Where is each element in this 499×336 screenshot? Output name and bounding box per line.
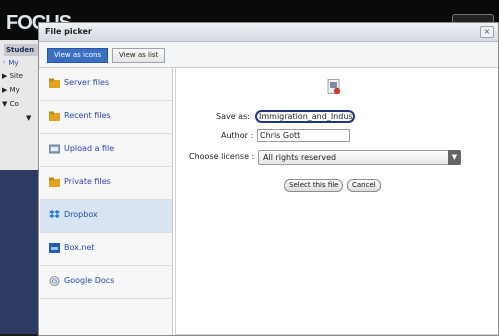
chevron-down-icon: ▼ — [448, 150, 461, 165]
folder-icon — [49, 111, 60, 121]
boxnet-icon — [49, 243, 60, 253]
repository-item-recent-files[interactable]: Recent files — [40, 101, 172, 134]
background-nav-item: ▼ — [26, 114, 32, 122]
close-icon: × — [483, 27, 491, 36]
select-this-file-button[interactable]: Select this file — [284, 179, 344, 192]
panel-divider — [176, 334, 497, 335]
repository-item-server-files[interactable]: Server files — [40, 68, 172, 101]
license-select[interactable]: All rights reserved ▼ — [258, 150, 461, 165]
view-as-icons-button[interactable]: View as icons — [47, 48, 109, 63]
repository-item-dropbox[interactable]: Dropbox — [40, 200, 172, 233]
license-selected-value: All rights reserved — [263, 153, 337, 162]
repository-item-box-net[interactable]: Box.net — [40, 233, 172, 266]
repository-label: Google Docs — [64, 276, 115, 285]
save-as-input[interactable]: Immigration_and_Indust — [255, 110, 355, 123]
author-input[interactable]: Chris Gott — [257, 129, 350, 142]
repository-label: Box.net — [64, 243, 95, 252]
file-details-panel: Save as: Immigration_and_Indust Author :… — [175, 68, 497, 335]
dialog-title: File picker — [45, 27, 92, 36]
background-tab: Studen — [4, 44, 42, 56]
view-as-list-button[interactable]: View as list — [112, 48, 166, 63]
author-label: Author : — [221, 131, 254, 140]
repository-label: Server files — [64, 78, 110, 87]
repository-label: Recent files — [64, 111, 111, 120]
repository-label: Private files — [64, 177, 111, 186]
dropbox-icon — [49, 210, 60, 218]
background-nav-item: ▶ Site — [2, 72, 24, 80]
repository-list: Server files Recent files Upload a file … — [40, 68, 173, 335]
background-nav-item: ◦ My — [2, 59, 19, 67]
dialog-titlebar[interactable]: File picker × — [39, 23, 498, 42]
repository-item-private-files[interactable]: Private files — [40, 167, 172, 200]
upload-icon — [49, 144, 60, 154]
repository-label: Dropbox — [64, 210, 98, 219]
background-nav-item: ▼ Co — [2, 100, 19, 108]
folder-icon — [49, 177, 60, 187]
background-nav-item: ▶ My — [2, 86, 20, 94]
file-thumbnail-icon — [327, 79, 341, 95]
svg-text:G: G — [52, 278, 57, 286]
license-label: Choose license : — [189, 152, 255, 161]
repository-item-google-docs[interactable]: G Google Docs — [40, 266, 172, 299]
close-button[interactable]: × — [480, 26, 494, 38]
file-picker-dialog: File picker × View as icons View as list… — [38, 22, 499, 336]
repository-item-upload-a-file[interactable]: Upload a file — [40, 134, 172, 167]
repository-label: Upload a file — [64, 144, 115, 153]
folder-icon — [49, 78, 60, 88]
cancel-button[interactable]: Cancel — [347, 179, 381, 192]
save-as-label: Save as: — [216, 112, 250, 121]
background-dark-panel — [0, 170, 40, 334]
view-toolbar: View as icons View as list — [39, 42, 498, 68]
google-icon: G — [49, 276, 60, 286]
